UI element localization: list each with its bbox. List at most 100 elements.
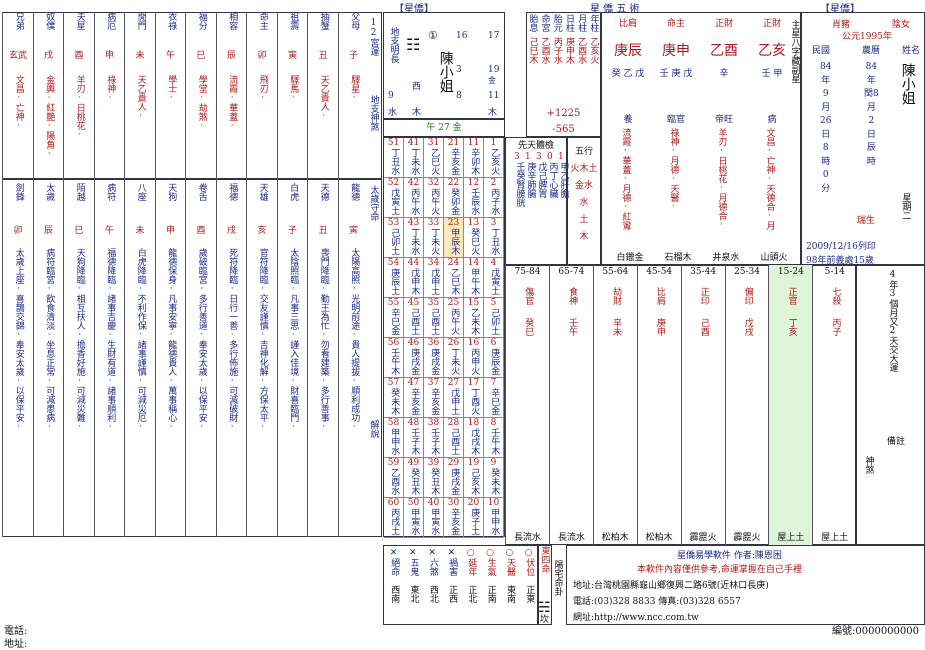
life-cell: 11 辛卯木 [464,138,484,178]
palace-top-branch: 丑 [318,51,328,61]
birth-title: 公元1995年 [842,32,892,42]
palace-mid-5: 天狗申龍德保身·凡事安寧·龍德貴人·萬事稱心· [154,179,186,537]
palace-mid-text: 太陰照臨·凡事三思·謹入佳境·財喜臨門· [288,248,299,432]
life-cell: 39 癸丑木 [424,458,444,498]
palace-top-2: 夫星酉羊刃·日桃花· [63,12,94,179]
palace-top-name: 父母 [349,12,360,30]
birth-female: 陰女 [892,20,911,30]
palace-top-shensha: 驛星· [349,75,360,103]
bagua-box: ✕ 五鬼 東北 [408,548,419,603]
element-item: 水 [579,198,589,208]
palace-top-9: 祖壽寅驛馬· [276,12,308,179]
life-cell: 21 辛亥金 [444,138,464,178]
life-cell: 40 甲寅水 [424,498,444,538]
right-notes: 4年3個月又2天交大運 備註 神煞 [856,265,925,545]
year-line: 午 27 金 [383,119,505,137]
palace-top-branch: 玄武 [8,51,27,61]
palace-mid-text: 白虎降臨·不利作保·諸事謹慎·可減災厄· [135,248,146,432]
palace-top-branch: 酉 [74,51,84,61]
company-tagline: 本軟件內容僅供參考,命運掌握在自己手裡 [637,565,802,575]
bazi-god: 命主 [666,19,685,29]
bazi-side-label: 主星八字藏副星 [789,20,800,83]
palace-top-3: 病厄申祿神· [93,12,125,179]
palace-mid-6: 卷舌酉歲破臨宮·多行善道·奉安太歲·以保平安· [185,179,216,537]
life-cell: 51 丁丑水 [384,138,404,178]
palace-mid-name: 病符 [105,183,116,201]
birth-print: 2009/12/16列印 [806,242,876,252]
palace-mid-9: 白虎子太陰照臨·凡事三思·謹入佳境·財喜臨門· [276,179,308,537]
birth-name-label: 姓名 [902,46,921,56]
bagua-box: ○ 延年 正北 [466,548,477,603]
palace-mid-text: 太陽高照·光明前途·貴人提拔·順利成功· [349,248,360,432]
life-cell: 49 癸丑木 [404,458,424,498]
palace-mid-11: 龍德寅太陽高照·光明前途·貴人提拔·順利成功· [337,179,369,537]
palace-mid-branch: 戌 [226,226,236,236]
bazi-shensha: 流霞·華蓋·月德·紅鸞 [620,128,631,230]
bagua-box: ✕ 絕命 西南 [389,548,400,603]
life-cell: 41 丁未水 [404,138,424,178]
life-cell: 20 庚子土 [464,498,484,538]
life-cell: 57 癸未木 [384,378,404,418]
palace-top-shensha: 天乙貴人· [135,75,146,121]
palace-top-name: 奴僕 [44,12,55,30]
palace-top-name: 閒門 [135,12,146,30]
palace-mid-name: 劍鋒 [13,183,24,201]
bagua-box: ✕ 六煞 西北 [427,548,438,603]
birth-min: 民國 [812,46,831,56]
birth-nong: 農曆 [862,46,881,56]
bazi-state: 帝旺 [714,115,733,125]
palace-top-branch: 卯 [257,51,267,61]
footer-code: 編號:0000000000 [832,626,919,637]
life-cell: 59 乙酉水 [384,458,404,498]
palace-top-shensha: 流霞·華蓋· [227,75,238,131]
decade-col: 55-64 劫財 辛未 松柏木 [592,265,637,545]
num-t3: 11 [488,91,500,101]
decade-col: 75-84 傷官 癸巳 長流水 [505,265,549,545]
mid-small-a: 西 [412,82,422,92]
circle-num: ① [428,29,438,42]
decade-col: 35-44 正印 己酉 霹靂火 [680,265,725,545]
palace-mid-8: 天雄亥官符降臨·交友謹慎·吉神化解·方保太平· [246,179,277,537]
palace-mid-7: 福德戌死符降臨·日行一善·多行佈施·可減破財· [215,179,247,537]
prebirth-panel: 先天體檢 1 甲乙肝膽 0 丙丁心臟 3 戊己脾胃 1 庚辛肺腸 3 壬癸腎膀胱 [505,137,568,265]
palace-top-name: 抽蟹 [318,12,329,30]
palace-top-shensha: 金輿·紅艷·陽角· [44,75,55,159]
mid-small-b: 木 [412,108,422,118]
num-r3: 8 [456,91,462,101]
life-cell: 37 辛亥金 [424,378,444,418]
label-jieshuo: 解說 [368,420,379,438]
palace-mid-branch: 午 [104,226,114,236]
birth-name: 陳小姐 [899,63,916,105]
palace-mid-text: 歲破臨宮·多行善道·奉安太歲·以保平安· [196,248,207,432]
bazi-stem: 乙亥 [758,43,786,59]
bazi-stem: 庚辰 [614,43,642,59]
palace-mid-text: 龍德保身·凡事安寧·龍德貴人·萬事稱心· [166,248,177,432]
decade-col: 15-24 正官 丁亥 屋上土 [768,265,813,545]
palace-mid-branch: 巳 [74,226,84,236]
palace-top-1: 奴僕戌金輿·紅艷·陽角· [32,12,64,179]
birth-greg: 84 年 9 月 26 日 8 時 0 分 [820,62,832,194]
life-cell: 42 丙午水 [404,178,424,218]
bazi-nayin: 石榴木 [664,253,692,263]
palace-mid-0: 劍鋒卯太歲上座·喜鵲交錦·奉安太歲·以保平安· [2,179,33,537]
life-cell: 58 甲申水 [384,418,404,458]
palace-mid-branch: 卯 [13,226,23,236]
life-cell: 47 辛亥金 [404,378,424,418]
palace-mid-branch: 丑 [318,226,328,236]
bazi-hidden: 壬 甲 [761,69,783,79]
decade-col: 45-54 比肩 庚申 松柏木 [636,265,681,545]
bagua-box: ○ 生氣 正南 [485,548,496,603]
life-cell: 28 己酉土 [444,418,464,458]
bazi-state: 病 [767,115,777,125]
palace-top-shensha: 學士· [166,75,177,103]
palace-top-name: 兄弟 [13,12,24,30]
life-cell: 8 壬午木 [484,418,504,458]
palace-top-shensha: 文昌·亡神· [13,75,24,131]
bazi-state: 臨官 [666,115,685,125]
yangzhai: 陽宅命卦 [552,560,563,596]
life-cell: 50 甲寅水 [404,498,424,538]
element-item: 金水 [574,181,593,191]
palace-mid-3: 病符午福德降臨·諸事吉慶·生財有道·諸事順利· [93,179,125,537]
life-cell: 29 庚戌金 [444,458,464,498]
bazi-nayin: 井泉水 [712,253,740,263]
